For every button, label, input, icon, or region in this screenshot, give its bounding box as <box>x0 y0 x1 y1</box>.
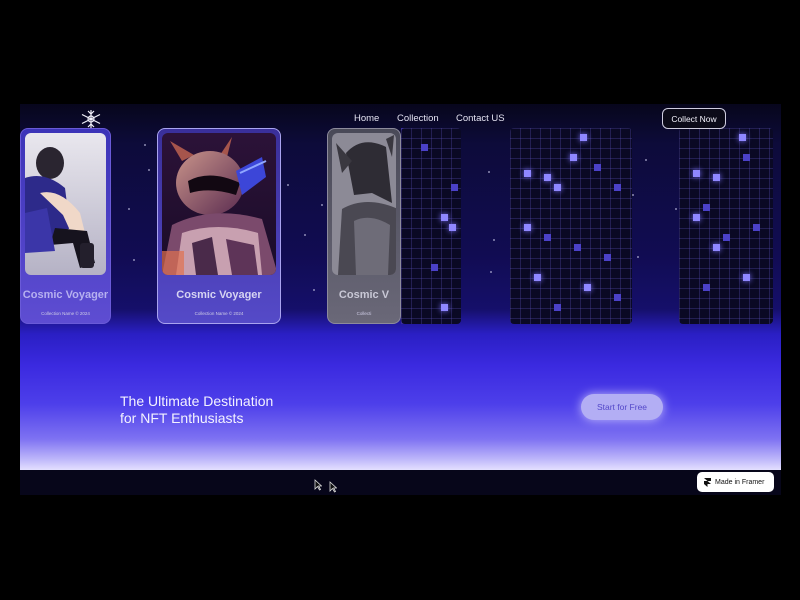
nft-card-title: Cosmic Voyager <box>22 289 109 301</box>
star <box>133 259 135 261</box>
hero-headline-line-2: for NFT Enthusiasts <box>120 410 244 426</box>
pixel-transition-panel <box>679 128 773 324</box>
hero-headline-line-1: The Ultimate Destination <box>120 393 274 409</box>
framer-icon <box>704 477 711 487</box>
star <box>148 169 150 171</box>
star <box>488 171 490 173</box>
nft-card-featured[interactable]: Cosmic Voyager Collection Name © 2024 <box>157 128 281 324</box>
star <box>321 204 323 206</box>
start-for-free-button[interactable]: Start for Free <box>581 394 663 420</box>
star <box>128 208 130 210</box>
star <box>675 208 677 210</box>
star <box>490 271 492 273</box>
nav-link-contact[interactable]: Contact US <box>456 113 505 124</box>
cursor-icon <box>329 481 337 493</box>
nft-card-subtitle: Collecti <box>356 311 372 316</box>
logo-icon[interactable] <box>79 108 103 130</box>
pixel-transition-panel <box>510 128 632 324</box>
nft-card[interactable]: Cosmic Voyager Collection Name © 2024 <box>20 128 111 324</box>
hero-headline: The Ultimate Destination for NFT Enthusi… <box>120 393 273 427</box>
nft-artwork <box>162 133 276 275</box>
hero-section: Cosmic Voyager Collection Name © 2024 Co… <box>20 104 781 470</box>
nav-link-collection[interactable]: Collection <box>397 113 439 124</box>
badge-label: Made in Framer <box>715 478 765 486</box>
star <box>144 144 146 146</box>
nft-card-subtitle: Collection Name © 2024 <box>41 311 90 316</box>
nft-artwork <box>332 133 396 275</box>
star <box>313 289 315 291</box>
collect-now-button[interactable]: Collect Now <box>662 108 726 129</box>
made-in-framer-badge[interactable]: Made in Framer <box>697 472 774 492</box>
star <box>287 184 289 186</box>
star <box>645 159 647 161</box>
bottom-strip <box>20 470 781 495</box>
nft-artwork <box>25 133 106 275</box>
star <box>493 239 495 241</box>
star <box>637 256 639 258</box>
nft-card-title: Cosmic V <box>338 289 390 301</box>
nft-card[interactable]: Cosmic V Collecti <box>327 128 401 324</box>
landing-page-frame: Cosmic Voyager Collection Name © 2024 Co… <box>20 104 781 495</box>
nft-card-title: Cosmic Voyager <box>176 289 262 301</box>
nav-link-home[interactable]: Home <box>354 113 379 124</box>
star <box>304 234 306 236</box>
nft-card-subtitle: Collection Name © 2024 <box>194 311 244 316</box>
cursor-icon <box>314 479 322 491</box>
pixel-transition-panel <box>401 128 461 324</box>
star <box>632 194 634 196</box>
